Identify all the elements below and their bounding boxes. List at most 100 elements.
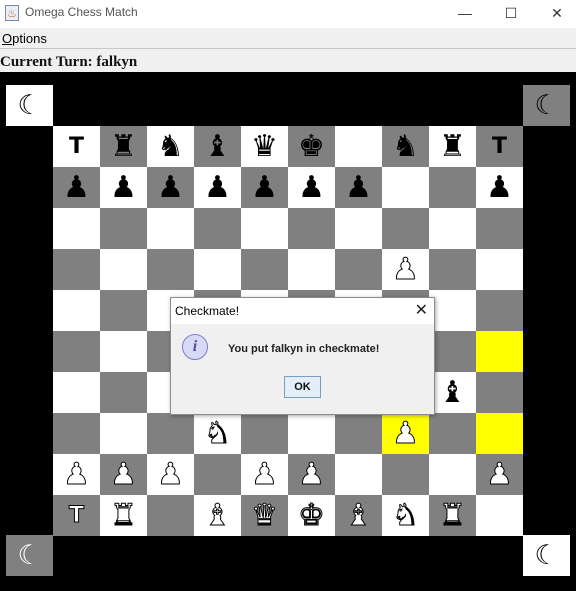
board-square[interactable] <box>53 249 100 290</box>
white-pawn-icon[interactable]: ♟ <box>53 454 100 495</box>
board-square[interactable] <box>147 413 194 454</box>
board-square[interactable] <box>382 167 429 208</box>
board-square[interactable] <box>147 208 194 249</box>
black-pawn-icon[interactable]: ♟ <box>476 167 523 208</box>
board-square[interactable]: ♟ <box>476 454 523 495</box>
black-pawn-icon[interactable]: ♟ <box>53 167 100 208</box>
board-square[interactable] <box>476 249 523 290</box>
board-square[interactable]: ♟ <box>53 167 100 208</box>
white-pawn-icon[interactable]: ♟ <box>147 454 194 495</box>
board-square[interactable] <box>147 249 194 290</box>
board-square[interactable] <box>335 208 382 249</box>
board-square[interactable] <box>476 495 523 536</box>
white-pawn-icon[interactable]: ♟ <box>288 454 335 495</box>
board-square[interactable]: ♟ <box>241 167 288 208</box>
board-square[interactable] <box>194 208 241 249</box>
board-square[interactable] <box>335 126 382 167</box>
black-pawn-icon[interactable]: ♟ <box>100 167 147 208</box>
black-bishop-icon[interactable]: ♝ <box>194 126 241 167</box>
board-square[interactable] <box>288 249 335 290</box>
board-square[interactable] <box>382 208 429 249</box>
board-square[interactable]: ♞ <box>382 495 429 536</box>
white-pawn-icon[interactable]: ♟ <box>100 454 147 495</box>
board-square[interactable]: ♟ <box>100 454 147 495</box>
board-square[interactable]: ♜ <box>100 126 147 167</box>
board-square[interactable] <box>476 290 523 331</box>
black-pawn-icon[interactable]: ♟ <box>241 167 288 208</box>
board-square[interactable] <box>335 249 382 290</box>
board-square[interactable]: ♝ <box>429 372 476 413</box>
white-pawn-icon[interactable]: ♟ <box>241 454 288 495</box>
board-square[interactable]: ♜ <box>429 126 476 167</box>
board-square[interactable] <box>429 208 476 249</box>
board-square[interactable] <box>53 208 100 249</box>
board-square[interactable]: T <box>476 126 523 167</box>
board-square[interactable]: ♟ <box>241 454 288 495</box>
board-square[interactable] <box>194 454 241 495</box>
menu-options[interactable]: Options <box>2 31 47 46</box>
white-queen-icon[interactable]: ♛ <box>241 495 288 536</box>
board-square[interactable]: ♛ <box>241 126 288 167</box>
dialog-close-icon[interactable]: ✕ <box>415 300 428 320</box>
board-square[interactable] <box>429 290 476 331</box>
black-pawn-icon[interactable]: ♟ <box>194 167 241 208</box>
white-king-icon[interactable]: ♚ <box>288 495 335 536</box>
white-bishop-icon[interactable]: ♝ <box>335 495 382 536</box>
board-square[interactable]: ♟ <box>335 167 382 208</box>
board-square[interactable] <box>476 331 523 372</box>
board-square[interactable]: ♜ <box>100 495 147 536</box>
ok-button[interactable]: OK <box>284 376 321 398</box>
board-square[interactable]: ♟ <box>382 249 429 290</box>
board-square[interactable] <box>53 290 100 331</box>
board-square[interactable]: ♞ <box>147 126 194 167</box>
board-square[interactable]: ♝ <box>194 495 241 536</box>
white-rook-icon[interactable]: ♜ <box>429 495 476 536</box>
minimize-button[interactable]: — <box>442 0 488 28</box>
board-square[interactable] <box>147 495 194 536</box>
board-square[interactable]: ♝ <box>335 495 382 536</box>
board-square[interactable]: ♟ <box>476 167 523 208</box>
board-square[interactable] <box>429 454 476 495</box>
board-square[interactable]: ♟ <box>382 413 429 454</box>
maximize-button[interactable]: ☐ <box>488 0 534 28</box>
board-square[interactable]: ♟ <box>288 167 335 208</box>
white-knight-icon[interactable]: ♞ <box>194 413 241 454</box>
board-square[interactable] <box>429 331 476 372</box>
white-pawn-icon[interactable]: ♟ <box>476 454 523 495</box>
board-square[interactable] <box>100 208 147 249</box>
black-champion-icon[interactable]: T <box>476 126 523 167</box>
close-button[interactable]: ✕ <box>534 0 576 28</box>
black-queen-icon[interactable]: ♛ <box>241 126 288 167</box>
black-knight-icon[interactable]: ♞ <box>382 126 429 167</box>
black-pawn-icon[interactable]: ♟ <box>147 167 194 208</box>
board-square[interactable]: ♜ <box>429 495 476 536</box>
board-square[interactable]: ♟ <box>100 167 147 208</box>
board-square[interactable] <box>288 413 335 454</box>
black-rook-icon[interactable]: ♜ <box>100 126 147 167</box>
white-knight-icon[interactable]: ♞ <box>382 495 429 536</box>
black-champion-icon[interactable]: T <box>53 126 100 167</box>
white-pawn-icon[interactable]: ♟ <box>382 413 429 454</box>
board-square[interactable] <box>429 413 476 454</box>
board-square[interactable] <box>476 413 523 454</box>
board-square[interactable] <box>241 249 288 290</box>
board-square[interactable]: T <box>53 495 100 536</box>
board-square[interactable] <box>100 290 147 331</box>
board-square[interactable]: ♚ <box>288 126 335 167</box>
black-pawn-icon[interactable]: ♟ <box>335 167 382 208</box>
board-square[interactable] <box>194 249 241 290</box>
board-square[interactable]: ♝ <box>194 126 241 167</box>
black-king-icon[interactable]: ♚ <box>288 126 335 167</box>
black-rook-icon[interactable]: ♜ <box>429 126 476 167</box>
white-bishop-icon[interactable]: ♝ <box>194 495 241 536</box>
board-square[interactable] <box>53 331 100 372</box>
board-square[interactable] <box>100 372 147 413</box>
white-champion-icon[interactable]: T <box>53 495 100 536</box>
black-bishop-icon[interactable]: ♝ <box>429 372 476 413</box>
board-square[interactable] <box>288 208 335 249</box>
board-square[interactable]: ♞ <box>382 126 429 167</box>
board-square[interactable] <box>53 413 100 454</box>
board-square[interactable] <box>382 454 429 495</box>
board-square[interactable] <box>335 413 382 454</box>
board-square[interactable] <box>53 372 100 413</box>
